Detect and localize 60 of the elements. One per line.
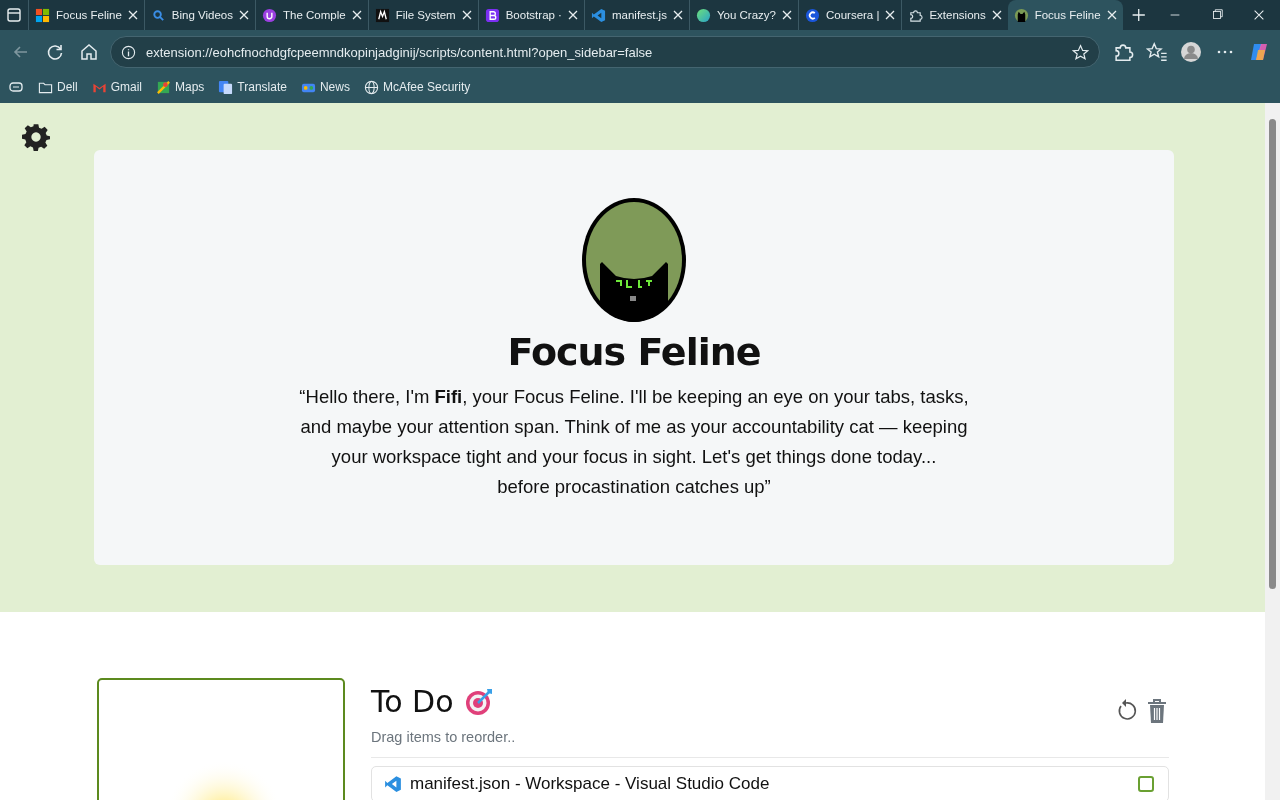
extensions-icon[interactable] <box>1112 41 1134 63</box>
browser-tab[interactable]: You Crazy? <box>688 0 798 30</box>
browser-tab[interactable]: File System <box>367 0 478 30</box>
browser-tab[interactable]: Bootstrap · <box>477 0 584 30</box>
scrollbar[interactable] <box>1265 103 1280 800</box>
close-tab-icon[interactable] <box>567 10 578 20</box>
info-icon[interactable] <box>121 44 136 60</box>
close-tab-icon[interactable] <box>885 10 896 20</box>
bookmark-link[interactable]: Gmail <box>91 79 142 95</box>
close-tab-icon[interactable] <box>991 10 1002 20</box>
bookmark-link[interactable]: McAfee Security <box>363 79 471 95</box>
browser-tab[interactable]: Extensions <box>901 0 1008 30</box>
address-bar[interactable]: extension://eohcfnochdgfcpeemndkopinjadginij/scripts/content.html?open_sidebar=false <box>110 36 1100 68</box>
settings-icon[interactable] <box>22 123 50 151</box>
browser-tab[interactable]: Focus Feline <box>1007 0 1123 30</box>
browser-tab[interactable]: The Comple <box>255 0 368 30</box>
todo-item[interactable]: manifest.json - Workspace - Visual Studio Code <box>371 766 1169 800</box>
target-icon <box>463 686 494 717</box>
todo-hint: Drag items to reorder.. <box>371 729 516 745</box>
tab-favicon-icon <box>262 7 277 23</box>
bookmark-link[interactable]: News <box>300 79 350 95</box>
tab-favicon-icon <box>34 7 50 23</box>
code-app-icon <box>384 775 402 793</box>
delete-icon[interactable] <box>1145 698 1169 724</box>
tab-favicon-icon <box>374 7 390 23</box>
tab-favicon-icon <box>590 7 606 23</box>
bookmark-link[interactable]: Dell <box>38 79 78 95</box>
tab-favicon-icon <box>1013 7 1029 23</box>
browser-tab[interactable]: Bing Videos <box>143 0 255 30</box>
bookmark-link[interactable]: Maps <box>156 79 205 95</box>
app-title: Focus Feline <box>507 330 761 374</box>
favorite-star-icon[interactable] <box>1072 43 1089 61</box>
browser-tab[interactable]: manifest.js <box>583 0 689 30</box>
tab-favicon-icon <box>804 7 820 23</box>
close-tab-icon[interactable] <box>239 10 249 20</box>
todo-title: To Do <box>371 684 454 719</box>
favorites-icon[interactable] <box>1146 41 1168 63</box>
bookmark-icon <box>218 79 234 95</box>
todo-text: manifest.json - Workspace - Visual Studio Code <box>410 774 771 794</box>
bookmark-icon <box>363 79 379 95</box>
todo-checkbox[interactable] <box>1138 776 1154 792</box>
close-tab-icon[interactable] <box>672 10 683 20</box>
close-tab-icon[interactable] <box>461 10 472 20</box>
browser-tab[interactable]: Coursera | <box>797 0 902 30</box>
close-tab-icon[interactable] <box>781 10 792 20</box>
profile-avatar-icon[interactable] <box>1180 41 1202 63</box>
bookmark-icon <box>156 79 171 95</box>
copilot-icon[interactable] <box>1248 41 1270 63</box>
close-tab-icon[interactable] <box>1106 10 1117 20</box>
tab-favicon-icon <box>150 7 166 23</box>
collections-icon[interactable] <box>8 79 24 95</box>
intro-quote: “Hello there, I'm Fifi, your Focus Feline. I'll be keeping an eye on your tabs, tasks, and maybe your attention span. Think of me as your accountability cat — keeping your workspace tight and your focus in sight. Let's get things done today... before procastination catches up” <box>298 385 970 499</box>
close-tab-icon[interactable] <box>127 10 138 20</box>
home-icon[interactable] <box>78 41 100 63</box>
tab-favicon-icon <box>695 7 711 23</box>
close-tab-icon[interactable] <box>351 10 362 20</box>
browser-tab[interactable]: Focus Feline <box>27 0 144 30</box>
tab-favicon-icon <box>908 7 924 23</box>
bookmark-link[interactable]: Translate <box>218 79 287 95</box>
tab-favicon-icon <box>484 7 500 23</box>
